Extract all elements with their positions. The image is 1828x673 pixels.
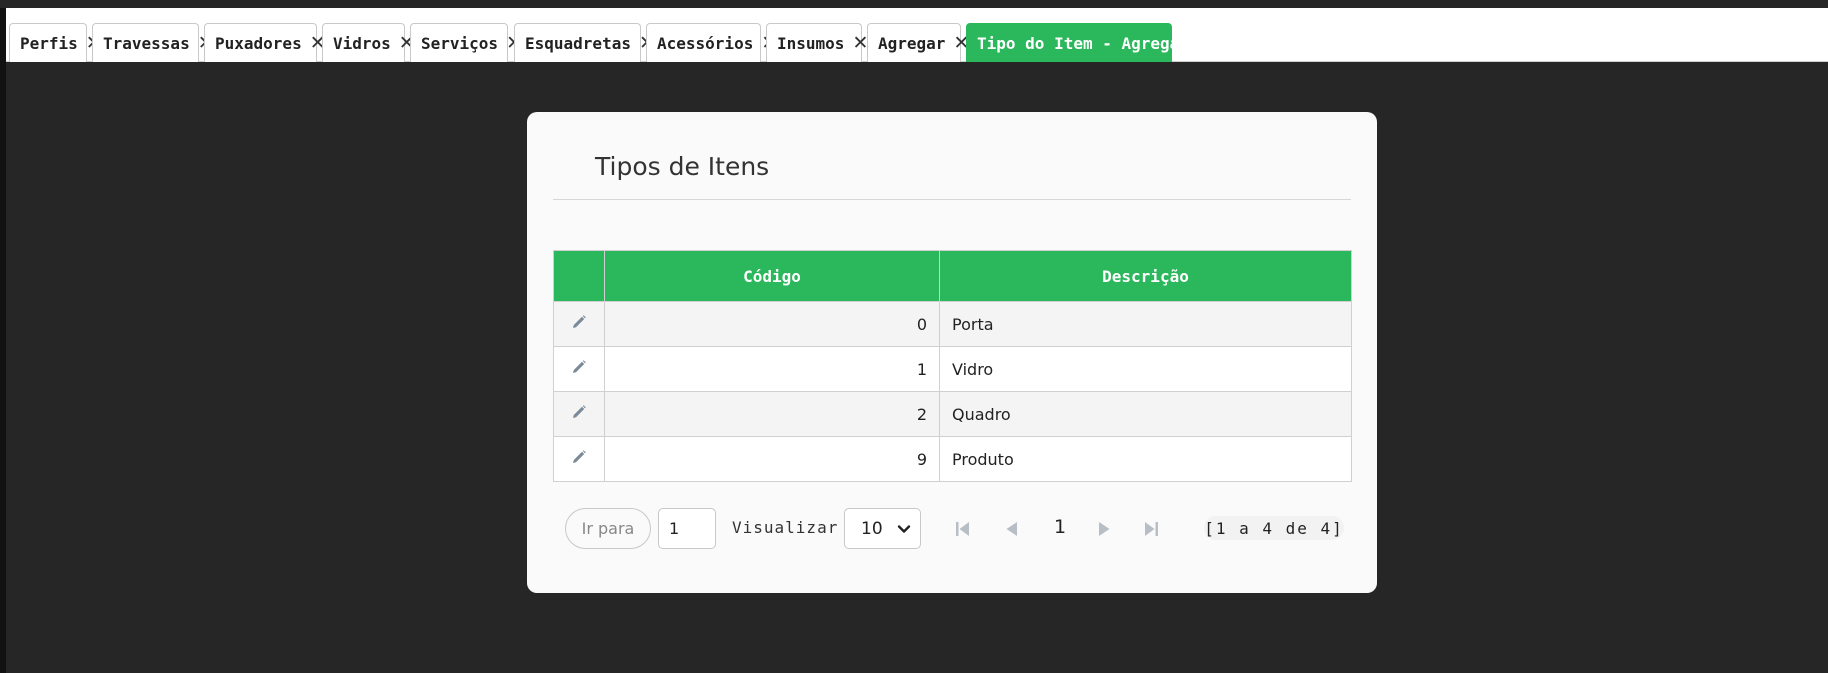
table-header-row: Código Descrição (553, 250, 1352, 302)
tab-label: Travessas (103, 33, 190, 53)
tab-label: Esquadretas (525, 33, 631, 53)
tab-insumos[interactable]: Insumos ✕ (766, 23, 868, 62)
tab-servicos[interactable]: Serviços ✕ (410, 23, 522, 62)
tab-esquadretas[interactable]: Esquadretas ✕ (514, 23, 655, 62)
codigo-cell: 1 (604, 346, 940, 392)
table-row[interactable]: 1 Vidro (553, 346, 1352, 392)
close-icon[interactable]: ✕ (1197, 33, 1213, 53)
tab-puxadores[interactable]: Puxadores ✕ (204, 23, 326, 62)
left-edge-strip (0, 8, 6, 673)
pagination-bar: Ir para Visualizar 10 1 [1 a 4 de 4] (527, 506, 1377, 552)
items-table: Código Descrição 0 Porta 1 Vidro 2 Quadr… (553, 250, 1352, 482)
table-row[interactable]: 9 Produto (553, 436, 1352, 482)
tab-label: Perfis (20, 33, 78, 53)
edit-cell[interactable] (553, 391, 605, 437)
tipos-de-itens-panel: Tipos de Itens Código Descrição 0 Porta … (527, 112, 1377, 593)
codigo-cell: 0 (604, 301, 940, 347)
edit-cell[interactable] (553, 301, 605, 347)
descricao-cell: Produto (939, 436, 1352, 482)
tab-label: Vidros (333, 33, 391, 53)
tab-perfis[interactable]: Perfis ✕ (9, 23, 102, 62)
close-icon[interactable]: ✕ (852, 33, 868, 53)
tab-label: Tipo do Item - Agregar (977, 33, 1189, 53)
tab-label: Acessórios (657, 33, 754, 53)
column-header-actions (553, 250, 605, 302)
tab-travessas[interactable]: Travessas ✕ (92, 23, 214, 62)
page-title: Tipos de Itens (595, 152, 770, 181)
goto-page-button[interactable]: Ir para (565, 508, 651, 549)
codigo-cell: 9 (604, 436, 940, 482)
pencil-icon[interactable] (571, 404, 587, 424)
tab-label: Puxadores (215, 33, 302, 53)
first-page-icon[interactable] (952, 518, 974, 540)
page-size-select[interactable]: 10 (844, 508, 921, 549)
table-row[interactable]: 2 Quadro (553, 391, 1352, 437)
previous-page-icon[interactable] (1001, 518, 1023, 540)
descricao-cell: Quadro (939, 391, 1352, 437)
descricao-cell: Porta (939, 301, 1352, 347)
tab-agregar[interactable]: Agregar ✕ (867, 23, 969, 62)
codigo-cell: 2 (604, 391, 940, 437)
edit-cell[interactable] (553, 436, 605, 482)
column-header-codigo[interactable]: Código (604, 250, 940, 302)
last-page-icon[interactable] (1140, 518, 1162, 540)
page-size-value: 10 (861, 518, 883, 539)
tab-label: Agregar (878, 33, 946, 53)
descricao-cell: Vidro (939, 346, 1352, 392)
pencil-icon[interactable] (571, 449, 587, 469)
next-page-icon[interactable] (1093, 518, 1115, 540)
records-range-text: [1 a 4 de 4] (1204, 516, 1344, 540)
pencil-icon[interactable] (571, 359, 587, 379)
table-row[interactable]: 0 Porta (553, 301, 1352, 347)
tab-label: Serviços (421, 33, 499, 53)
tab-bar: Perfis ✕ Travessas ✕ Puxadores ✕ Vidros … (6, 8, 1828, 62)
page-size-label: Visualizar (732, 518, 839, 537)
current-page-number: 1 (1054, 516, 1067, 538)
tab-label: Insumos (777, 33, 845, 53)
tab-acessorios[interactable]: Acessórios ✕ (646, 23, 777, 62)
tab-tipo-do-item-agregar[interactable]: Tipo do Item - Agregar ✕ (966, 23, 1213, 62)
pencil-icon[interactable] (571, 314, 587, 334)
title-divider (553, 199, 1351, 200)
goto-page-input[interactable] (658, 508, 716, 549)
window-top-bar (0, 0, 1828, 8)
edit-cell[interactable] (553, 346, 605, 392)
tab-vidros[interactable]: Vidros ✕ (322, 23, 415, 62)
column-header-descricao[interactable]: Descrição (939, 250, 1352, 302)
chevron-down-icon (897, 521, 911, 541)
